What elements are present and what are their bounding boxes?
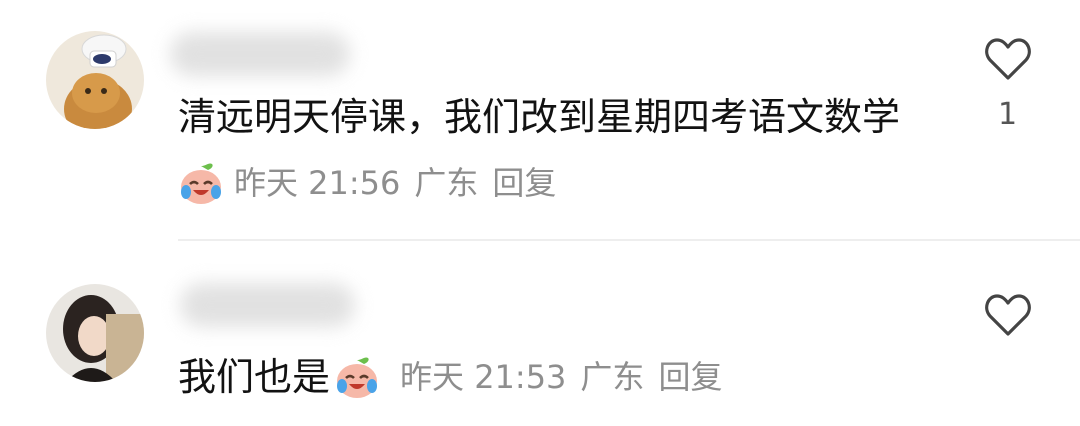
username-redacted[interactable] — [170, 32, 350, 76]
heart-outline-icon[interactable] — [984, 293, 1032, 337]
crying-laughing-emoji-icon — [181, 163, 221, 204]
like-count: 1 — [998, 97, 1018, 132]
comment-text: 清远明天停课，我们改到星期四考语文数学 — [178, 95, 901, 139]
comment-time: 昨天 21:56 — [234, 164, 401, 202]
reply-button[interactable]: 回复 — [658, 361, 722, 393]
avatar[interactable] — [46, 31, 144, 129]
comment-row: 我们也是 昨天 21:53 广东 回复 — [178, 354, 736, 400]
comment-meta: 昨天 21:53 广东 回复 — [400, 361, 736, 393]
crying-laughing-emoji-icon — [337, 357, 378, 398]
comment-meta: 昨天 21:56 广东 回复 — [178, 160, 570, 206]
comment-time: 昨天 21:53 — [400, 358, 567, 396]
username-redacted[interactable] — [180, 283, 355, 327]
comment-item: 清远明天停课，我们改到星期四考语文数学 昨天 21:56 广东 回复 1 — [0, 0, 1080, 240]
reply-button[interactable]: 回复 — [492, 167, 556, 199]
heart-outline-icon[interactable] — [984, 37, 1032, 81]
comment-location: 广东 — [580, 358, 645, 396]
comment-item: 我们也是 昨天 21:53 广东 回复 — [0, 241, 1080, 426]
comment-text: 我们也是 — [178, 355, 331, 399]
avatar[interactable] — [46, 284, 144, 382]
comment-location: 广东 — [414, 164, 479, 202]
